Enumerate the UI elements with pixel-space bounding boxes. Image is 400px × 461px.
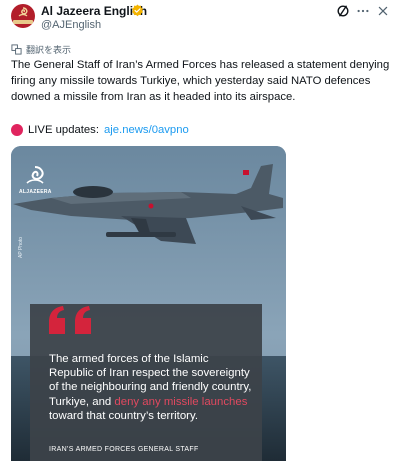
account-handle[interactable]: @AJEnglish xyxy=(41,19,101,31)
close-icon[interactable] xyxy=(376,4,390,18)
red-circle-icon xyxy=(11,124,23,136)
quote-text-highlight: deny any missile launches xyxy=(114,395,248,408)
tweet-header: Al Jazeera English @AJEnglish xyxy=(0,0,400,36)
al-jazeera-watermark-icon xyxy=(26,166,44,184)
photo-credit: AP Photo xyxy=(18,236,24,258)
al-jazeera-logo-icon[interactable] xyxy=(11,4,35,28)
more-dots-icon[interactable] xyxy=(356,4,370,18)
grok-icon[interactable] xyxy=(336,4,350,18)
quote-source: IRAN’S ARMED FORCES GENERAL STAFF xyxy=(49,446,199,453)
logo-swirl xyxy=(18,7,28,17)
translate-link[interactable]: 翻訳を表示 xyxy=(11,42,71,56)
quote-text-part2: toward that country’s territory. xyxy=(49,409,198,422)
watermark-text: ALJAZEERA xyxy=(19,189,52,195)
live-updates-line: LIVE updates: aje.news/0avpno xyxy=(11,122,189,138)
verified-badge-icon xyxy=(132,4,143,17)
logo-strip xyxy=(13,20,33,24)
translate-icon xyxy=(11,43,22,55)
live-updates-link[interactable]: aje.news/0avpno xyxy=(104,124,189,136)
live-label: LIVE updates: xyxy=(28,124,99,136)
quote-mark-icon xyxy=(49,306,91,334)
tweet-text: The General Staff of Iran’s Armed Forces… xyxy=(11,59,390,103)
translate-label: 翻訳を表示 xyxy=(26,44,72,55)
quote-text: The armed forces of the Islamic Republic… xyxy=(49,352,254,423)
